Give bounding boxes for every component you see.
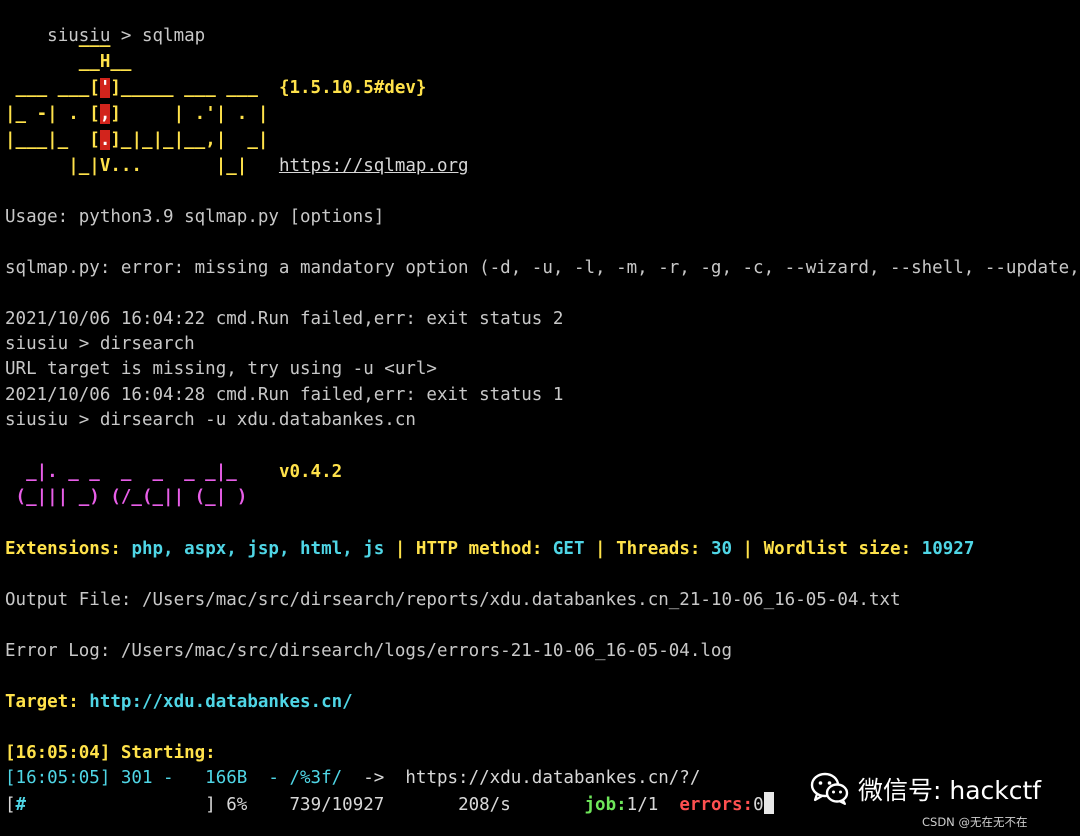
progress-bar-fill: #: [15, 795, 27, 815]
terminal-cursor[interactable]: [763, 792, 774, 814]
prompt-line-dirsearch-u: siusiu > dirsearch -u xdu.databankes.cn: [5, 410, 416, 430]
sqlmap-banner-line-6: |_|V... |_| https://sqlmap.org: [5, 156, 469, 176]
sqlmap-logo-red-box: .: [99, 130, 111, 150]
config-line: Extensions: php, aspx, jsp, html, js | H…: [5, 539, 975, 559]
wordlist-size-value: 10927: [921, 539, 975, 559]
target-line: Target: http://xdu.databankes.cn/: [5, 692, 353, 712]
prompt-line-sqlmap: siusiu > sqlmap: [47, 26, 206, 46]
prompt-line-dirsearch: siusiu > dirsearch: [5, 334, 195, 354]
wechat-watermark: 微信号: hackctf: [810, 770, 1041, 808]
starting-line: [16:05:04] Starting:: [5, 743, 216, 763]
cmd-fail-line-1: 2021/10/06 16:04:22 cmd.Run failed,err: …: [5, 309, 564, 329]
csdn-watermark: CSDN @无在无不在: [922, 815, 1028, 829]
job-value: 1/1: [626, 795, 659, 815]
sqlmap-banner-line-1: ___: [5, 28, 111, 48]
cmd-fail-line-2: 2021/10/06 16:04:28 cmd.Run failed,err: …: [5, 385, 564, 405]
result-row: [16:05:05] 301 - 166B - /%3f/ -> https:/…: [5, 768, 701, 788]
sqlmap-version: {1.5.10.5#dev}: [278, 78, 427, 98]
sqlmap-banner-line-3: ___ ___[']_____ ___ ___ {1.5.10.5#dev}: [5, 78, 427, 98]
sqlmap-logo-red-box: ': [99, 78, 111, 98]
sqlmap-error-line: sqlmap.py: error: missing a mandatory op…: [5, 258, 1080, 278]
usage-line: Usage: python3.9 sqlmap.py [options]: [5, 207, 385, 227]
sqlmap-banner-line-4: |_ -| . [,] | .'| . |: [5, 104, 269, 124]
sqlmap-url-link[interactable]: https://sqlmap.org: [279, 156, 469, 176]
sqlmap-banner-line-5: |___|_ [.]_|_|_|__,| _|: [5, 130, 269, 150]
output-file-line: Output File: /Users/mac/src/dirsearch/re…: [5, 590, 901, 610]
sqlmap-logo-red-box: ,: [99, 104, 111, 124]
dirsearch-version: v0.4.2: [278, 462, 343, 482]
dirsearch-banner-line-2: (_||| _) (/_(_|| (_| ): [5, 487, 248, 507]
dirsearch-banner-line-1: _|. _ _ _ _ _ _|_ v0.4.2: [5, 462, 343, 482]
url-missing-line: URL target is missing, try using -u <url…: [5, 359, 437, 379]
http-method-value: GET: [552, 539, 585, 559]
progress-line: [# ] 6% 739/10927 208/s job:1/1 errors:0: [5, 792, 774, 816]
error-log-line: Error Log: /Users/mac/src/dirsearch/logs…: [5, 641, 732, 661]
errors-value: 0: [753, 795, 764, 815]
wechat-id-text: 微信号: hackctf: [858, 776, 1042, 805]
sqlmap-banner-line-2: __H__: [5, 52, 132, 72]
wechat-icon: [810, 772, 849, 805]
target-url: http://xdu.databankes.cn/: [89, 692, 353, 712]
threads-value: 30: [710, 539, 733, 559]
extensions-value: php, aspx, jsp, html, js: [131, 539, 385, 559]
